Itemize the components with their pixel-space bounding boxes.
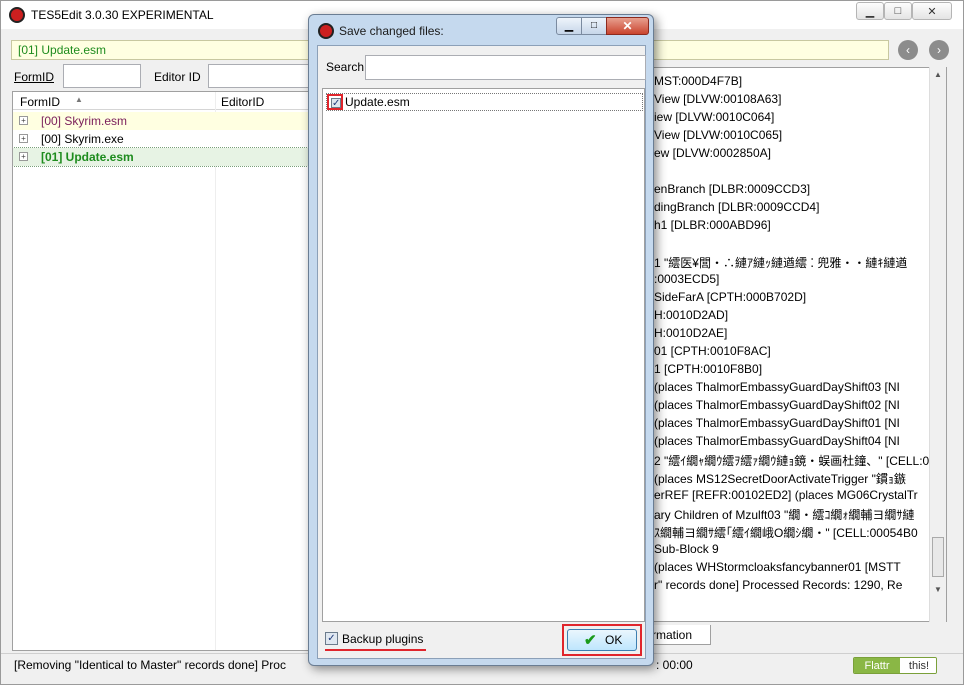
formid-label: FormID	[14, 70, 54, 84]
tree-row-label: [01] Update.esm	[41, 150, 134, 164]
arrow-right-icon: ›	[937, 43, 941, 57]
dialog-title: Save changed files:	[339, 24, 444, 38]
editorid-label: Editor ID	[154, 70, 201, 84]
app-icon	[9, 7, 25, 23]
list-item-label: Update.esm	[345, 95, 410, 109]
log-line: View [DLVW:0010C065]	[654, 128, 783, 142]
scroll-down-icon[interactable]: ▼	[930, 582, 946, 598]
log-line: (places MS12SecretDoorActivateTrigger "鏆…	[654, 472, 906, 486]
ok-button[interactable]: ✔ OK	[567, 629, 637, 651]
dialog-close-button[interactable]: ✕	[606, 17, 649, 35]
expand-icon[interactable]: +	[19, 152, 28, 161]
backup-plugins-checkbox[interactable]: ✓ Backup plugins	[325, 630, 425, 648]
column-divider	[215, 92, 216, 650]
tree-row[interactable]: + [00] Skyrim.esm	[13, 112, 317, 130]
close-icon: ✕	[927, 5, 937, 18]
changed-files-list[interactable]: ✓ Update.esm	[322, 88, 645, 622]
backup-highlight-underline	[325, 649, 426, 651]
log-line: MST:000D4F7B]	[654, 74, 743, 88]
maximize-button[interactable]: □	[884, 2, 912, 20]
checkmark-icon: ✓	[325, 632, 338, 645]
search-label: Search	[326, 60, 365, 74]
log-line: H:0010D2AD]	[654, 308, 729, 322]
log-line: h1 [DLBR:000ABD96]	[654, 218, 771, 232]
editorid-input[interactable]	[208, 64, 318, 88]
log-line: ary Children of Mzulft03 "繝・繧ｺ繝ｫ繝輔ヨ繝ｻ縺	[654, 508, 915, 522]
ok-button-highlight: ✔ OK	[562, 624, 642, 656]
log-line: dingBranch [DLBR:0009CCD4]	[654, 200, 820, 214]
column-header-editorid[interactable]: EditorID	[221, 95, 264, 109]
log-line: enBranch [DLBR:0009CCD3]	[654, 182, 811, 196]
log-line: View [DLVW:00108A63]	[654, 92, 782, 106]
checkmark-icon: ✓	[331, 98, 341, 109]
flattr-button[interactable]: Flattr this!	[853, 657, 937, 674]
arrow-left-icon: ‹	[906, 43, 910, 57]
log-line: 2 "繧ｲ繝ｬ繝ｳ繧ｦ繧ｧ繝ｳ縺ｮ鏡・蜈画杜鐘、" [CELL:0	[654, 454, 930, 468]
status-message: [Removing "Identical to Master" records …	[14, 658, 286, 672]
flattr-this-label: this!	[900, 658, 936, 673]
current-file-label: [01] Update.esm	[18, 43, 107, 57]
log-line: 1 "繧医¥閭・∴縺ｱ縺ｯ縺遒繧 ⁚ 兜雅・・縺ｷ縺遒	[654, 256, 908, 270]
expand-icon[interactable]: +	[19, 116, 28, 125]
log-line: 01 [CPTH:0010F8AC]	[654, 344, 771, 358]
column-header-formid[interactable]: FormID	[20, 95, 60, 109]
list-item-update-esm[interactable]: ✓ Update.esm	[326, 93, 643, 111]
log-line: 1 [CPTH:0010F8B0]	[654, 362, 763, 376]
forward-button[interactable]: ›	[929, 40, 949, 60]
log-line: SideFarA [CPTH:000B702D]	[654, 290, 807, 304]
backup-plugins-label: Backup plugins	[342, 632, 424, 646]
log-line: (places ThalmorEmbassyGuardDayShift04 [N…	[654, 434, 900, 448]
expand-icon[interactable]: +	[19, 134, 28, 143]
minimize-icon: ▁	[564, 20, 574, 32]
close-icon: ✕	[622, 19, 633, 33]
log-line: H:0010D2AE]	[654, 326, 728, 340]
update-esm-checkbox-highlight[interactable]: ✓	[327, 94, 343, 110]
messages-scrollbar[interactable]: ▲ ▼	[929, 67, 946, 622]
log-line: (places WHStormcloaksfancybanner01 [MSTT	[654, 560, 901, 574]
back-button[interactable]: ‹	[898, 40, 918, 60]
maximize-icon: □	[590, 20, 598, 31]
ok-button-label: OK	[605, 633, 623, 647]
log-line: (places ThalmorEmbassyGuardDayShift02 [N…	[654, 398, 900, 412]
log-line: r" records done] Processed Records: 1290…	[654, 578, 903, 592]
tab-information-label: rmation	[652, 628, 693, 642]
log-line: Sub-Block 9	[654, 542, 719, 556]
status-elapsed-time: : 00:00	[656, 658, 693, 672]
maximize-icon: □	[894, 5, 902, 17]
scroll-up-icon[interactable]: ▲	[930, 67, 946, 83]
dialog-maximize-button[interactable]: □	[581, 17, 607, 35]
save-changed-files-dialog: Save changed files: ▁ □ ✕ Search ✓ Updat…	[308, 14, 654, 666]
sort-ascending-icon: ▲	[75, 95, 83, 104]
tree-header: FormID ▲ EditorID	[13, 92, 317, 110]
dialog-app-icon	[318, 23, 334, 39]
search-input[interactable]	[365, 55, 646, 80]
checkmark-icon: ✔	[584, 632, 597, 649]
tree-row-label: [00] Skyrim.exe	[41, 132, 124, 146]
window-title: TES5Edit 3.0.30 EXPERIMENTAL	[31, 8, 214, 22]
log-line: (places ThalmorEmbassyGuardDayShift03 [N…	[654, 380, 900, 394]
minimize-icon: ▁	[865, 5, 875, 18]
log-line: (places ThalmorEmbassyGuardDayShift01 [N…	[654, 416, 900, 430]
log-line: erREF [REFR:00102ED2] (places MG06Crysta…	[654, 488, 918, 502]
formid-input[interactable]	[63, 64, 141, 88]
close-button[interactable]: ✕	[912, 2, 952, 20]
tree-row[interactable]: + [00] Skyrim.exe	[13, 130, 317, 148]
log-line: :0003ECD5]	[654, 272, 720, 286]
log-line: iew [DLVW:0010C064]	[654, 110, 775, 124]
messages-pane[interactable]: MST:000D4F7B] View [DLVW:00108A63] iew [DL…	[649, 67, 947, 622]
log-line: ｽ繝輔ヨ繝ｻ繧｢繧ｲ繝峨O繝ｼ繝・" [CELL:00054B0	[654, 526, 918, 540]
dialog-minimize-button[interactable]: ▁	[556, 17, 582, 35]
tab-information[interactable]: rmation	[649, 625, 711, 645]
flattr-label: Flattr	[854, 658, 900, 673]
tree-row-label: [00] Skyrim.esm	[41, 114, 128, 128]
log-line: ew [DLVW:0002850A]	[654, 146, 771, 160]
scroll-thumb[interactable]	[932, 537, 944, 577]
minimize-button[interactable]: ▁	[856, 2, 884, 20]
tree-row[interactable]: + [01] Update.esm	[13, 147, 317, 167]
dialog-body: Search ✓ Update.esm ✓ Backup plugins ✔ O…	[317, 45, 646, 659]
record-tree[interactable]: FormID ▲ EditorID + [00] Skyrim.esm + [00] …	[12, 91, 318, 651]
